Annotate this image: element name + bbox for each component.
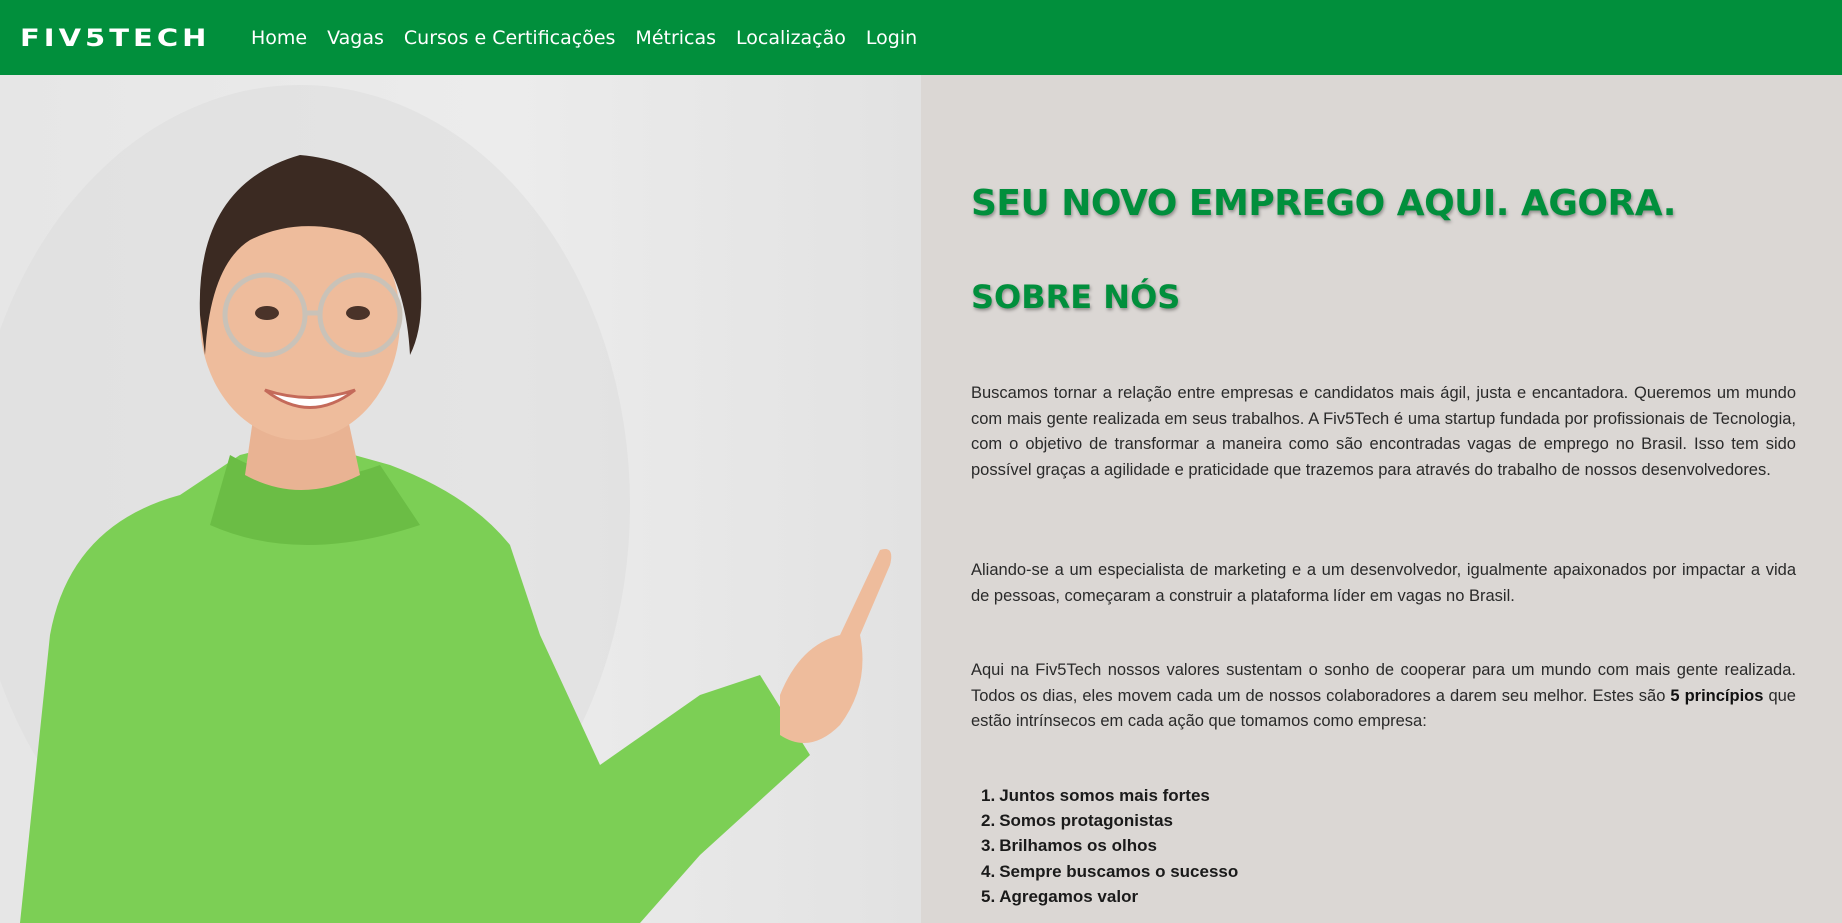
list-text: Somos protagonistas — [999, 811, 1173, 831]
brand-logo[interactable]: FIV5TECH — [20, 24, 215, 52]
nav-vagas[interactable]: Vagas — [327, 27, 384, 49]
principles-list: 1. Juntos somos mais fortes 2. Somos prota… — [981, 783, 1238, 909]
top-navbar: FIV5TECH Home Vagas Cursos e Certificaçõ… — [0, 0, 1842, 75]
hero-photo — [0, 75, 921, 923]
list-text: Brilhamos os olhos — [999, 836, 1157, 856]
woman-pointing-illustration — [0, 85, 892, 923]
list-item: 1. Juntos somos mais fortes — [981, 783, 1238, 808]
about-paragraph-1: Buscamos tornar a relação entre empresas… — [971, 384, 1796, 479]
nav-home[interactable]: Home — [251, 27, 307, 49]
nav-metricas[interactable]: Métricas — [635, 27, 716, 49]
list-text: Sempre buscamos o sucesso — [999, 861, 1239, 881]
about-paragraph-3: Aqui na Fiv5Tech nossos valores sustenta… — [971, 658, 1796, 735]
list-item: 2. Somos protagonistas — [981, 808, 1238, 833]
list-item: 4. Sempre buscamos o sucesso — [981, 859, 1238, 884]
list-number: 2. — [981, 811, 996, 831]
about-paragraph-2: Aliando-se a um especialista de marketin… — [971, 561, 1796, 605]
nav-cursos[interactable]: Cursos e Certificações — [404, 27, 616, 49]
list-number: 1. — [981, 786, 996, 805]
principles-count-emphasis: 5 princípios — [1670, 686, 1764, 705]
list-number: 5. — [981, 886, 996, 906]
list-text: Agregamos valor — [999, 886, 1139, 906]
list-text: Juntos somos mais fortes — [999, 786, 1210, 805]
list-number: 3. — [981, 836, 996, 856]
list-item: 3. Brilhamos os olhos — [981, 833, 1238, 858]
list-item: 5. Agregamos valor — [981, 884, 1238, 909]
list-number: 4. — [981, 861, 996, 881]
nav-localizacao[interactable]: Localização — [736, 27, 846, 49]
about-section: SEU NOVO EMPREGO AQUI. AGORA. SOBRE NÓS … — [921, 75, 1842, 923]
about-heading: SOBRE NÓS — [971, 278, 1181, 316]
nav-login[interactable]: Login — [866, 27, 917, 49]
page-headline: SEU NOVO EMPREGO AQUI. AGORA. — [971, 183, 1676, 224]
main-nav: Home Vagas Cursos e Certificações Métric… — [251, 27, 937, 49]
